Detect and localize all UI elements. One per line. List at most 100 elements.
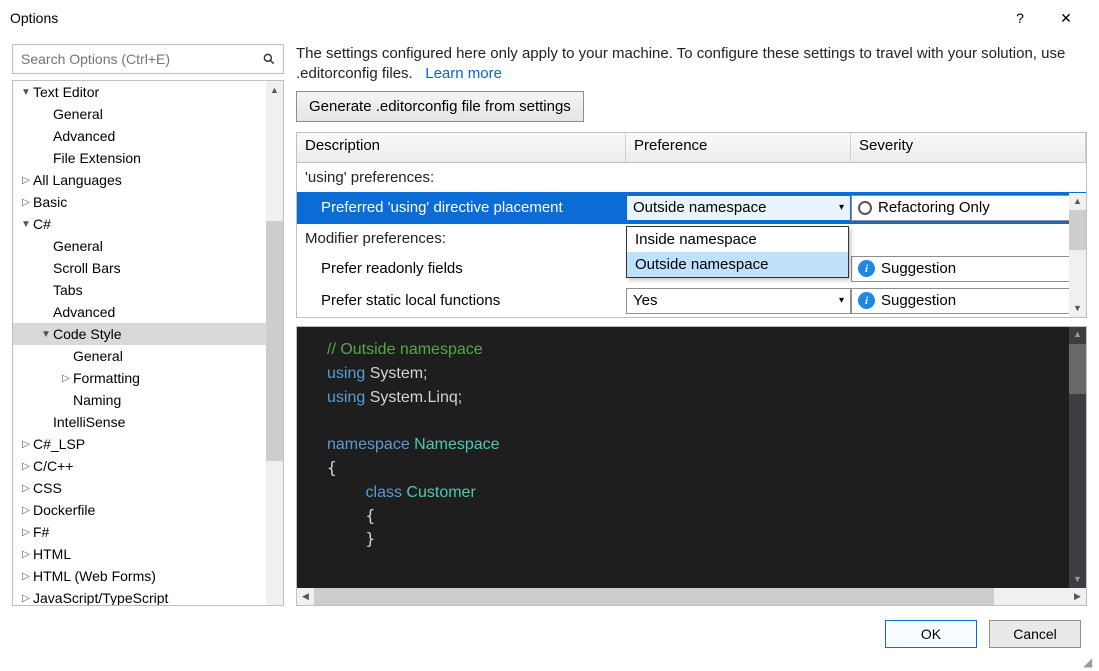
cancel-button[interactable]: Cancel <box>989 620 1081 648</box>
info-icon: i <box>858 260 875 277</box>
grid-scroll-thumb[interactable] <box>1069 210 1086 250</box>
row-static-local[interactable]: Prefer static local functions Yes ▾ i Su… <box>297 285 1086 317</box>
expand-icon[interactable]: ▷ <box>19 439 33 450</box>
using-placement-dropdown-menu[interactable]: Inside namespace Outside namespace <box>626 226 849 278</box>
readonly-severity-value: Suggestion <box>881 260 956 277</box>
code-vscrollbar[interactable]: ▲▼ <box>1069 327 1086 589</box>
scroll-left-icon[interactable]: ◀ <box>297 588 314 605</box>
tree-item-label: Tabs <box>53 282 83 298</box>
tree-item-general[interactable]: General <box>13 235 283 257</box>
code-vthumb[interactable] <box>1069 344 1086 394</box>
tree-item-html-web-forms-[interactable]: ▷HTML (Web Forms) <box>13 565 283 587</box>
static-local-dropdown[interactable]: Yes ▾ <box>626 288 851 314</box>
tree-item-dockerfile[interactable]: ▷Dockerfile <box>13 499 283 521</box>
code-kw: using <box>327 389 365 406</box>
tree-item-label: Text Editor <box>33 84 99 100</box>
tree-item-advanced[interactable]: Advanced <box>13 301 283 323</box>
tree-item-label: General <box>53 238 103 254</box>
static-local-severity-dropdown[interactable]: i Suggestion ▾ <box>851 288 1082 314</box>
intro-text: The settings configured here only apply … <box>296 44 1087 85</box>
tree-scrollbar[interactable]: ▲ <box>266 81 283 605</box>
tree-item-label: Code Style <box>53 326 121 342</box>
tree-item-label: C# <box>33 216 51 232</box>
tree-item-scroll-bars[interactable]: Scroll Bars <box>13 257 283 279</box>
tree-item-c-lsp[interactable]: ▷C#_LSP <box>13 433 283 455</box>
tree-item-intellisense[interactable]: IntelliSense <box>13 411 283 433</box>
expand-icon[interactable]: ▼ <box>19 87 33 98</box>
expand-icon[interactable]: ▷ <box>19 527 33 538</box>
left-panel: ▼Text EditorGeneralAdvancedFile Extensio… <box>12 44 284 606</box>
tree-item-label: Basic <box>33 194 67 210</box>
option-inside-namespace[interactable]: Inside namespace <box>627 227 848 252</box>
readonly-severity-dropdown[interactable]: i Suggestion ▾ <box>851 256 1082 282</box>
expand-icon[interactable]: ▷ <box>19 483 33 494</box>
scroll-right-icon[interactable]: ▶ <box>1069 588 1086 605</box>
tree-item-general[interactable]: General <box>13 103 283 125</box>
tree-item-c-[interactable]: ▼C# <box>13 213 283 235</box>
option-outside-namespace[interactable]: Outside namespace <box>627 252 848 277</box>
tree-item-label: File Extension <box>53 150 141 166</box>
code-text: System.Linq; <box>365 389 462 406</box>
search-box[interactable] <box>12 44 284 74</box>
tree-item-f-[interactable]: ▷F# <box>13 521 283 543</box>
col-severity[interactable]: Severity <box>851 133 1086 162</box>
tree-item-code-style[interactable]: ▼Code Style <box>13 323 283 345</box>
expand-icon[interactable]: ▷ <box>59 373 73 384</box>
scroll-down-icon[interactable]: ▼ <box>1069 300 1086 317</box>
tree-item-file-extension[interactable]: File Extension <box>13 147 283 169</box>
col-preference[interactable]: Preference <box>626 133 851 162</box>
expand-icon[interactable]: ▼ <box>39 329 53 340</box>
code-hthumb[interactable] <box>314 588 994 605</box>
expand-icon[interactable]: ▷ <box>19 505 33 516</box>
tree-item-label: Naming <box>73 392 121 408</box>
tree-item-html[interactable]: ▷HTML <box>13 543 283 565</box>
search-icon[interactable] <box>261 52 277 66</box>
code-comment: // Outside namespace <box>327 341 483 358</box>
scroll-down-icon[interactable]: ▼ <box>1069 571 1086 588</box>
generate-editorconfig-button[interactable]: Generate .editorconfig file from setting… <box>296 91 584 122</box>
static-local-severity-value: Suggestion <box>881 292 956 309</box>
learn-more-link[interactable]: Learn more <box>425 65 502 82</box>
tree-item-label: All Languages <box>33 172 122 188</box>
tree-item-css[interactable]: ▷CSS <box>13 477 283 499</box>
code-preview: // Outside namespace using System; using… <box>296 326 1087 607</box>
expand-icon[interactable]: ▷ <box>19 593 33 604</box>
using-severity-dropdown[interactable]: Refactoring Only ▾ <box>851 195 1082 221</box>
using-placement-dropdown[interactable]: Outside namespace ▾ <box>626 195 851 221</box>
tree-item-c-c-[interactable]: ▷C/C++ <box>13 455 283 477</box>
tree-item-label: General <box>73 348 123 364</box>
tree-item-formatting[interactable]: ▷Formatting <box>13 367 283 389</box>
tree-item-tabs[interactable]: Tabs <box>13 279 283 301</box>
settings-grid: Description Preference Severity 'using' … <box>296 132 1087 318</box>
code-hscrollbar[interactable]: ◀ ▶ <box>297 588 1086 605</box>
col-description[interactable]: Description <box>297 133 626 162</box>
window-title: Options <box>10 10 997 26</box>
tree-item-text-editor[interactable]: ▼Text Editor <box>13 81 283 103</box>
grid-scrollbar[interactable]: ▲ ▼ <box>1069 193 1086 317</box>
tree-item-all-languages[interactable]: ▷All Languages <box>13 169 283 191</box>
nav-tree[interactable]: ▼Text EditorGeneralAdvancedFile Extensio… <box>13 81 283 605</box>
close-button[interactable]: ✕ <box>1043 3 1089 33</box>
search-input[interactable] <box>19 50 261 68</box>
tree-item-general[interactable]: General <box>13 345 283 367</box>
help-button[interactable]: ? <box>997 3 1043 33</box>
tree-item-javascript-typescript[interactable]: ▷JavaScript/TypeScript <box>13 587 283 605</box>
expand-icon[interactable]: ▷ <box>19 175 33 186</box>
tree-item-advanced[interactable]: Advanced <box>13 125 283 147</box>
expand-icon[interactable]: ▼ <box>19 219 33 230</box>
ok-button[interactable]: OK <box>885 620 977 648</box>
code-type: Customer <box>402 484 476 501</box>
scroll-up-icon[interactable]: ▲ <box>1069 327 1086 344</box>
tree-item-basic[interactable]: ▷Basic <box>13 191 283 213</box>
row-using-placement[interactable]: Preferred 'using' directive placement Ou… <box>297 192 1086 224</box>
tree-item-label: C#_LSP <box>33 436 85 452</box>
intro-text-body: The settings configured here only apply … <box>296 45 1065 82</box>
expand-icon[interactable]: ▷ <box>19 461 33 472</box>
tree-scroll-thumb[interactable] <box>266 221 283 461</box>
expand-icon[interactable]: ▷ <box>19 549 33 560</box>
scroll-up-icon[interactable]: ▲ <box>1069 193 1086 210</box>
scroll-up-icon[interactable]: ▲ <box>266 81 283 98</box>
expand-icon[interactable]: ▷ <box>19 571 33 582</box>
tree-item-naming[interactable]: Naming <box>13 389 283 411</box>
expand-icon[interactable]: ▷ <box>19 197 33 208</box>
